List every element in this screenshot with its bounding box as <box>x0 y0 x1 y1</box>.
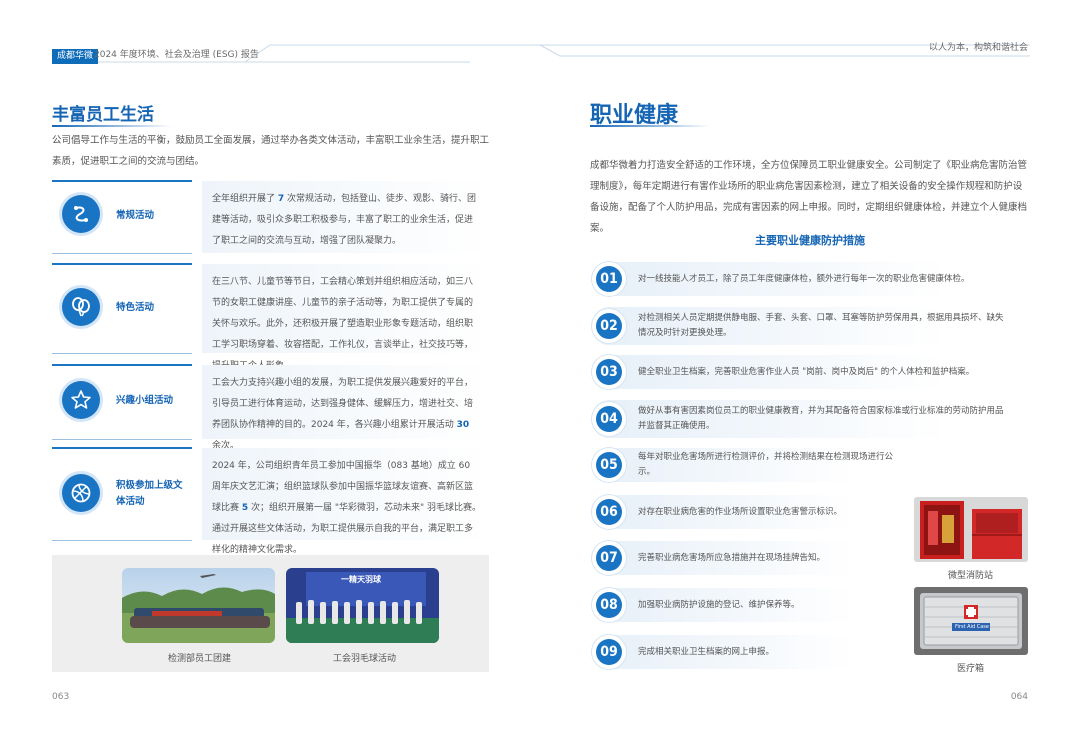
measure-item: 08 加强职业病防护设施的登记、维护保养等。 <box>592 588 902 622</box>
left-page-title: 丰富员工生活 <box>52 105 154 125</box>
activity-label: 特色活动 <box>116 302 155 313</box>
title-underline <box>52 125 172 127</box>
photo-banner: 一精天羽球 <box>341 575 381 584</box>
measure-number: 01 <box>596 266 622 292</box>
measure-item: 04 做好从事有害因素岗位员工的职业健康教育，并为其配备符合国家标准或行业标准的… <box>592 400 1012 438</box>
measure-text: 对检测相关人员定期提供静电服、手套、头套、口罩、耳塞等防护劳保用具，根据用具损坏… <box>638 313 1004 338</box>
activity-label: 积极参加上级文体活动 <box>116 480 183 507</box>
page-number-right: 064 <box>1010 692 1028 702</box>
measure-item: 06 对存在职业病危害的作业场所设置职业危害警示标识。 <box>592 495 902 529</box>
activity-desc: 工会大力支持兴趣小组的发展，为职工提供发展兴趣爱好的平台，引导员工进行体育运动，… <box>202 365 489 451</box>
measure-item: 09 完成相关职业卫生档案的网上申报。 <box>592 635 902 669</box>
measure-text: 健全职业卫生档案，完善职业危害作业人员 "岗前、岗中及岗后" 的个人体检和监护档… <box>638 366 975 377</box>
header-title: 2024 年度环境、社会及治理 (ESG) 报告 <box>94 50 259 60</box>
star-icon <box>62 381 100 419</box>
activity-row: 常规活动 全年组织开展了 7 次常规活动，包括登山、徒步、观影、骑行、团建等活动… <box>52 180 489 254</box>
measure-item: 03 健全职业卫生档案，完善职业危害作业人员 "岗前、岗中及岗后" 的个人体检和… <box>592 355 1012 389</box>
measure-number: 02 <box>596 313 622 339</box>
medical-kit-photo: First Aid Case <box>914 587 1028 655</box>
activity-desc: 在三八节、儿童节等节日，工会精心策划并组织相应活动，如三八节的女职工健康讲座、儿… <box>202 264 489 371</box>
measure-item: 01 对一线技能人才员工，除了员工年度健康体检，额外进行每年一次的职业危害健康体… <box>592 262 1012 296</box>
measure-item: 07 完善职业病危害场所应急措施并在现场挂牌告知。 <box>592 541 902 575</box>
measure-number: 07 <box>596 545 622 571</box>
measure-number: 08 <box>596 592 622 618</box>
photo-caption: 医疗箱 <box>957 664 985 674</box>
measure-text: 做好从事有害因素岗位员工的职业健康教育，并为其配备符合国家标准或行业标准的劳动防… <box>638 406 1004 431</box>
measure-text: 每年对职业危害场所进行检测评价，并将检测结果在检测现场进行公示。 <box>638 452 894 477</box>
activity-desc: 全年组织开展了 7 次常规活动，包括登山、徒步、观影、骑行、团建等活动，吸引众多… <box>202 181 489 253</box>
fire-station-photo <box>914 497 1028 562</box>
measure-item: 05 每年对职业危害场所进行检测评价，并将检测结果在检测现场进行公示。 <box>592 448 902 482</box>
right-intro: 成都华微着力打造安全舒适的工作环境，全方位保障员工职业健康安全。公司制定了《职业… <box>590 160 1028 234</box>
page-number-left: 063 <box>52 692 70 702</box>
photo-panel: 检测部员工团建 一精天羽球 工会羽毛球活动 <box>52 555 489 672</box>
measure-number: 05 <box>596 452 622 478</box>
measure-text: 完善职业病危害场所应急措施并在现场挂牌告知。 <box>638 552 826 563</box>
medical-kit-label: First Aid Case <box>955 624 989 630</box>
badminton-photo: 一精天羽球 <box>286 568 439 643</box>
team-building-photo <box>122 568 275 643</box>
activity-icon <box>62 195 100 233</box>
photo-caption: 检测部员工团建 <box>168 654 232 664</box>
activity-desc: 2024 年，公司组织青年员工参加中国振华（083 基地）成立 60 周年庆文艺… <box>202 448 489 555</box>
measure-number: 03 <box>596 359 622 385</box>
measure-text: 对一线技能人才员工，除了员工年度健康体检，额外进行每年一次的职业危害健康体检。 <box>638 273 970 284</box>
activity-label: 常规活动 <box>116 210 155 221</box>
title-underline <box>590 125 710 127</box>
photo-caption: 微型消防站 <box>948 571 994 581</box>
balloon-icon <box>62 288 100 326</box>
photo-caption: 工会羽毛球活动 <box>333 654 397 664</box>
measures-subtitle: 主要职业健康防护措施 <box>755 234 865 247</box>
activity-label: 兴趣小组活动 <box>116 395 174 406</box>
measure-text: 完成相关职业卫生档案的网上申报。 <box>638 646 775 657</box>
activity-row: 特色活动 在三八节、儿童节等节日，工会精心策划并组织相应活动，如三八节的女职工健… <box>52 263 489 371</box>
ball-icon <box>62 474 100 512</box>
activity-row: 兴趣小组活动 工会大力支持兴趣小组的发展，为职工提供发展兴趣爱好的平台，引导员工… <box>52 364 489 451</box>
measure-number: 09 <box>596 639 622 665</box>
measure-number: 04 <box>596 406 622 432</box>
header-right: 以人为本，构筑和谐社会 <box>928 43 1028 53</box>
measure-number: 06 <box>596 499 622 525</box>
measure-text: 对存在职业病危害的作业场所设置职业危害警示标识。 <box>638 506 843 517</box>
measure-text: 加强职业病防护设施的登记、维护保养等。 <box>638 599 800 610</box>
header-badge: 成都华微 <box>52 49 99 64</box>
measure-item: 02 对检测相关人员定期提供静电服、手套、头套、口罩、耳塞等防护劳保用具，根据用… <box>592 307 1012 345</box>
activity-row: 积极参加上级文体活动 2024 年，公司组织青年员工参加中国振华（083 基地）… <box>52 447 489 555</box>
left-intro: 公司倡导工作与生活的平衡，鼓励员工全面发展，通过举办各类文体活动，丰富职工业余生… <box>52 135 490 167</box>
